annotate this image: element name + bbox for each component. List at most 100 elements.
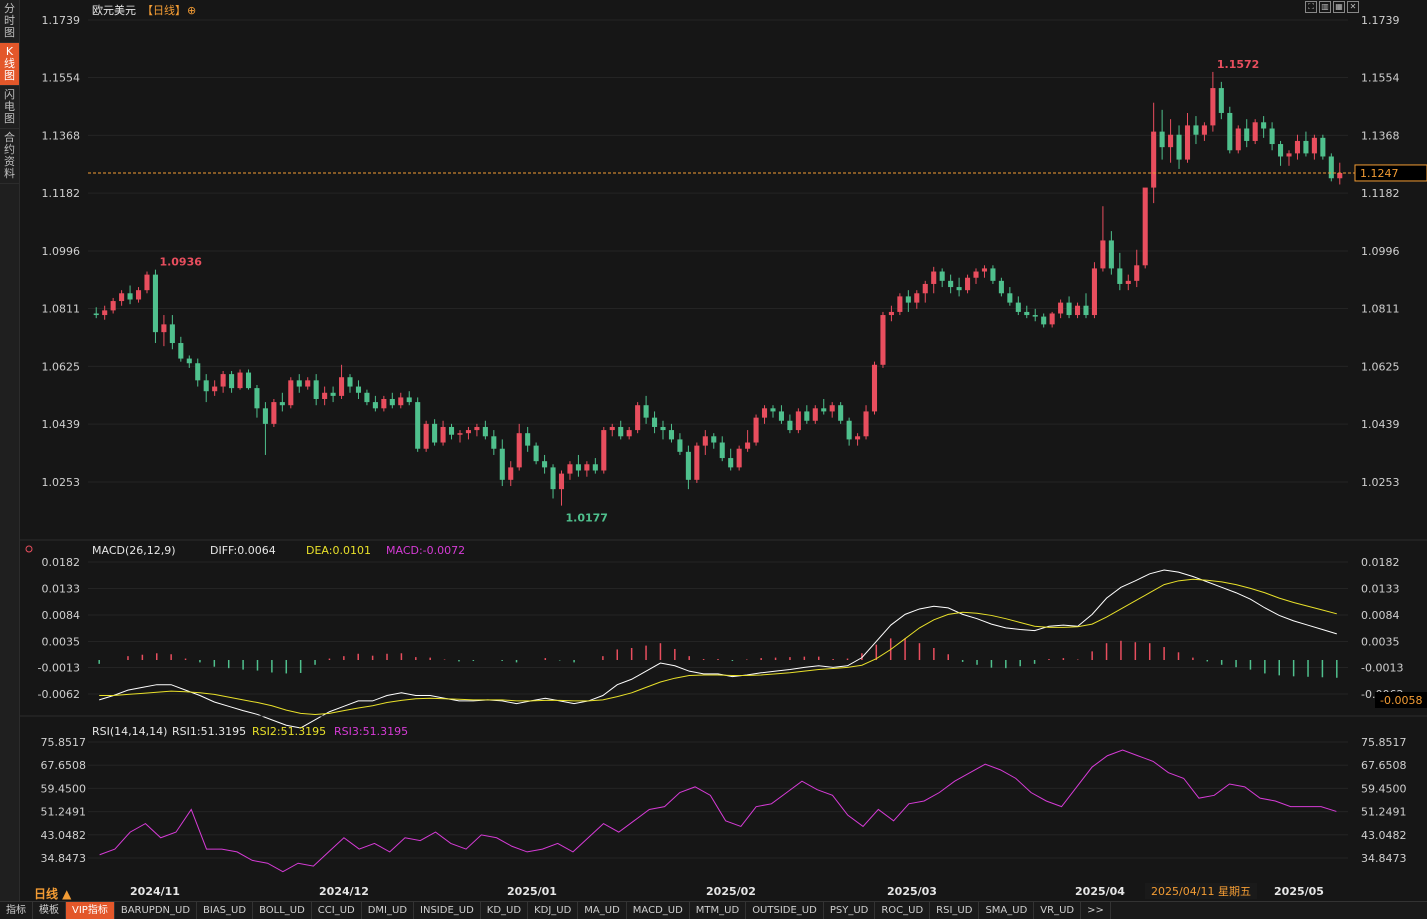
macd-diff-line [99,569,1337,729]
rsi-tick-left: 34.8473 [41,852,87,865]
candle-body [203,380,209,392]
tab--[interactable]: 指标 [0,902,33,919]
candle-body [558,473,565,490]
sidebar-item-kline[interactable]: K线图 [0,43,19,86]
tab-vr-ud[interactable]: VR_UD [1034,902,1082,919]
sidebar-item-contract[interactable]: 合约资料 [0,129,19,184]
rsi-tick-right: 67.6508 [1361,759,1407,772]
local-high-label: 1.0936 [159,256,202,269]
tab-kdj-ud[interactable]: KDJ_UD [528,902,579,919]
candle-body [195,363,201,381]
candle-body [372,402,378,409]
tab-roc-ud[interactable]: ROC_UD [875,902,931,919]
candle-body [525,433,531,446]
candle-body [1244,128,1250,141]
candle-body [237,372,243,389]
rsi-tick-right: 43.0482 [1361,829,1407,842]
tab-macd-ud[interactable]: MACD_UD [627,902,690,919]
candle-body [533,445,539,462]
candle-body [897,296,903,312]
candle-body [1032,315,1038,317]
rsi-title: RSI(14,14,14) [92,725,167,738]
tab-inside-ud[interactable]: INSIDE_UD [414,902,481,919]
candle-body [245,372,252,389]
candle-body [922,283,928,294]
rsi1-label: RSI1:51.3195 [172,725,246,738]
candle-body [169,324,175,344]
candle-body [770,408,776,412]
candle-body [288,380,294,406]
candle-body [753,417,759,443]
tab--[interactable]: >> [1081,902,1111,919]
candle-body [144,274,150,291]
tab-vip-[interactable]: VIP指标 [66,902,115,919]
x-tick-label: 2024/11 [130,885,180,898]
y-tick-right: 1.1368 [1361,129,1400,142]
candle-body [694,445,700,480]
candle-body [1286,153,1292,157]
candle-body [406,397,412,403]
tab--[interactable]: 模板 [33,902,66,919]
candle-body [127,293,133,300]
candle-body [1303,140,1309,154]
candle-body [1328,156,1334,179]
candle-body [1337,172,1343,179]
macd-title: MACD(26,12,9) [92,544,176,557]
y-tick-right: 1.0996 [1361,245,1400,258]
tab-rsi-ud[interactable]: RSI_UD [930,902,980,919]
y-tick-left: 1.1182 [42,187,81,200]
tab-barupdn-ud[interactable]: BARUPDN_UD [115,902,198,919]
candle-body [1159,131,1165,148]
tab-kd-ud[interactable]: KD_UD [481,902,529,919]
candle-body [313,380,319,399]
candle-body [119,293,125,302]
candle-body [161,324,167,333]
tab-sma-ud[interactable]: SMA_UD [979,902,1035,919]
candle-body [990,268,996,281]
sidebar-item-timeshare[interactable]: 分时图 [0,0,19,43]
rsi-tick-right: 75.8517 [1361,736,1407,749]
candle-body [863,411,869,437]
macd-tick-right: 0.0182 [1361,556,1400,569]
candle-body [948,280,954,288]
candle-body [804,411,810,421]
candle-body [355,386,362,393]
tab-cci-ud[interactable]: CCI_UD [312,902,362,919]
candle-body [254,388,260,409]
candle-body [381,398,387,409]
rsi-tick-left: 43.0482 [41,829,87,842]
candle-body [415,402,421,449]
candle-body [1210,88,1216,126]
symbol-title: 欧元美元 [92,4,136,17]
tab-boll-ud[interactable]: BOLL_UD [253,902,312,919]
x-tick-label: 2024/12 [319,885,369,898]
candle-body [1252,122,1258,141]
sidebar-item-flash[interactable]: 闪电图 [0,86,19,129]
candle-body [1007,293,1013,303]
kline-chart[interactable]: 欧元美元 【日线】 ⊕ 1.1739 1.1739 1.1554 1.1554 1.1368 1… [20,0,1427,902]
candle-body [1074,305,1081,316]
rsi-tick-right: 59.4500 [1361,782,1407,795]
candle-body [846,420,852,440]
candle-body [474,426,480,431]
candle-body [398,397,404,406]
tab-ma-ud[interactable]: MA_UD [578,902,627,919]
tab-bias-ud[interactable]: BIAS_UD [197,902,254,919]
candle-body [330,392,336,396]
candle-body [592,464,598,471]
tab-psy-ud[interactable]: PSY_UD [824,902,876,919]
candle-body [1151,131,1157,188]
macd-current-value: -0.0058 [1380,694,1422,707]
tab-dmi-ud[interactable]: DMI_UD [362,902,415,919]
rsi-tick-right: 34.8473 [1361,852,1407,865]
tab-mtm-ud[interactable]: MTM_UD [690,902,747,919]
tab-outside-ud[interactable]: OUTSIDE_UD [746,902,824,919]
rsi-tick-left: 59.4500 [41,782,87,795]
candle-body [880,315,886,365]
candle-body [643,405,649,418]
candle-body [1100,240,1106,269]
candle-body [186,358,192,364]
macd-tick-right: 0.0133 [1361,583,1400,596]
candle-body [956,287,962,291]
candle-body [229,374,235,389]
